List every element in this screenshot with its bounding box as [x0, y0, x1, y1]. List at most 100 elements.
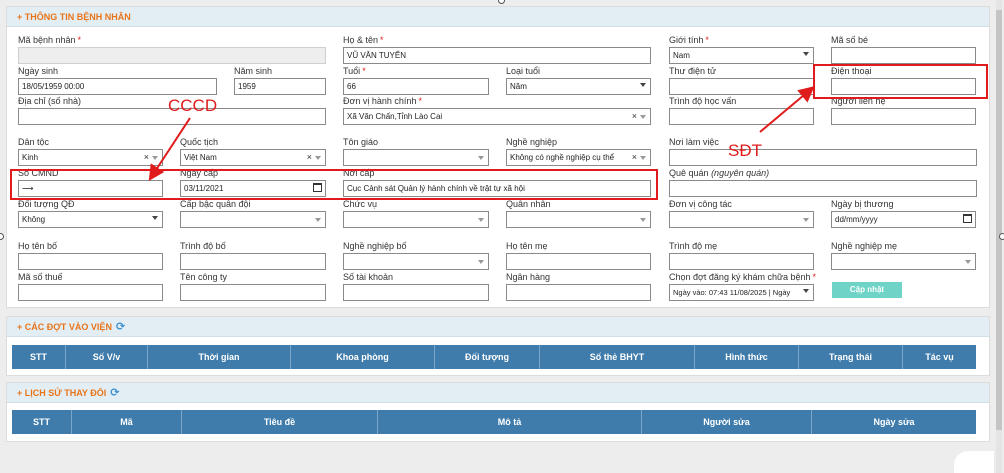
quoc-tich-select[interactable]: Việt Nam ×: [180, 149, 326, 166]
ngay-sinh-field: Ngày sinh 18/05/1959 00:00: [18, 66, 217, 96]
history-col-stt[interactable]: STT: [12, 410, 72, 434]
resize-handle-left[interactable]: [0, 233, 4, 240]
ngay-bi-thuong-input[interactable]: dd/mm/yyyy: [831, 211, 976, 228]
don-vi-hanh-chinh-field: Đơn vị hành chính * Xã Văn Chấn,Tỉnh Lào …: [343, 96, 651, 126]
ma-so-thue-input[interactable]: [18, 284, 163, 301]
chevron-down-icon: [640, 218, 646, 222]
chevron-down-icon: [965, 260, 971, 264]
gioi-tinh-field: Giới tính * Nam: [669, 35, 814, 65]
don-vi-cong-tac-field: Đơn vị công tác: [669, 199, 814, 229]
ma-so-be-input[interactable]: [831, 47, 976, 64]
clear-icon[interactable]: ×: [632, 109, 637, 124]
chevron-down-icon: [315, 218, 321, 222]
history-title[interactable]: + LỊCH SỬ THAY ĐỔI ⟳: [7, 383, 989, 403]
trinh-do-bo-input[interactable]: [180, 253, 326, 270]
clear-icon[interactable]: ×: [632, 150, 637, 165]
nghe-nghiep-label: Nghề nghiệp: [506, 137, 558, 147]
ngan-hang-input[interactable]: [506, 284, 651, 301]
nguoi-lien-he-input[interactable]: [831, 108, 976, 125]
thu-dien-tu-input[interactable]: [669, 78, 814, 95]
ngay-sinh-input[interactable]: 18/05/1959 00:00: [18, 78, 217, 95]
scrollbar-thumb[interactable]: [996, 10, 1002, 430]
chevron-down-icon: [640, 83, 646, 87]
que-quan-input[interactable]: [669, 180, 977, 197]
chevron-down-icon: [640, 156, 646, 160]
chuc-vu-select[interactable]: [343, 211, 489, 228]
don-vi-cong-tac-select[interactable]: [669, 211, 814, 228]
dia-chi-label: Địa chỉ (số nhà): [18, 96, 82, 106]
visits-col-trang-thai[interactable]: Trạng thái: [799, 345, 903, 369]
ton-giao-select[interactable]: [343, 149, 489, 166]
quan-nhan-select[interactable]: [506, 211, 651, 228]
visits-col-stt[interactable]: STT: [12, 345, 66, 369]
tuoi-input[interactable]: 66: [343, 78, 489, 95]
history-col-ma[interactable]: Mã: [72, 410, 182, 434]
visits-title[interactable]: + CÁC ĐỢT VÀO VIỆN ⟳: [7, 317, 989, 337]
chon-dot-label: Chọn đợt đăng ký khám chữa bệnh *: [669, 272, 817, 282]
ngay-bi-thuong-field: Ngày bị thương dd/mm/yyyy: [831, 199, 976, 229]
ngan-hang-label: Ngân hàng: [506, 272, 551, 282]
ma-so-be-field: Mã số bé: [831, 35, 976, 65]
ten-cong-ty-input[interactable]: [180, 284, 326, 301]
ngay-bi-thuong-label: Ngày bị thương: [831, 199, 894, 209]
patient-info-title[interactable]: + THÔNG TIN BỆNH NHÂN: [7, 7, 989, 27]
visits-col-so-the-bhyt[interactable]: Số thẻ BHYT: [540, 345, 695, 369]
cap-bac-select[interactable]: [180, 211, 326, 228]
visits-col-khoa-phong[interactable]: Khoa phòng: [291, 345, 435, 369]
dan-toc-select[interactable]: Kinh ×: [18, 149, 163, 166]
trinh-do-hoc-van-input[interactable]: [669, 108, 814, 125]
update-button[interactable]: Cập nhật: [832, 282, 902, 298]
ho-ten-bo-input[interactable]: [18, 253, 163, 270]
nam-sinh-input[interactable]: 1959: [234, 78, 326, 95]
ho-ten-input[interactable]: VŨ VĂN TUYỂN: [343, 47, 651, 64]
ho-ten-me-input[interactable]: [506, 253, 651, 270]
resize-handle-top[interactable]: [498, 0, 505, 4]
so-tai-khoan-label: Số tài khoản: [343, 272, 394, 282]
calendar-icon[interactable]: [963, 214, 972, 223]
doi-tuong-qd-select[interactable]: Không: [18, 211, 163, 228]
ma-benh-nhan-input: [18, 47, 326, 64]
cap-bac-label: Cấp bậc quân đội: [180, 199, 251, 209]
chevron-down-icon: [152, 216, 158, 220]
visits-col-hinh-thuc[interactable]: Hình thức: [695, 345, 799, 369]
thu-dien-tu-field: Thư điện tử: [669, 66, 814, 96]
chon-dot-field: Chọn đợt đăng ký khám chữa bệnh * Ngày và…: [669, 272, 817, 302]
visits-col-tac-vu[interactable]: Tác vụ: [903, 345, 976, 369]
trinh-do-hoc-van-field: Trình độ học vấn: [669, 96, 814, 126]
refresh-icon[interactable]: ⟳: [110, 387, 119, 399]
trinh-do-me-input[interactable]: [669, 253, 814, 270]
chevron-down-icon: [803, 218, 809, 222]
history-col-nguoi-sua[interactable]: Người sửa: [642, 410, 812, 434]
quoc-tich-label: Quốc tịch: [180, 137, 219, 147]
chevron-down-icon: [803, 52, 809, 56]
noi-lam-viec-input[interactable]: [669, 149, 977, 166]
ten-cong-ty-field: Tên công ty: [180, 272, 326, 302]
gioi-tinh-select[interactable]: Nam: [669, 47, 814, 64]
resize-handle-right[interactable]: [999, 233, 1004, 240]
chon-dot-select[interactable]: Ngày vào: 07:43 11/08/2025 | Ngày: [669, 284, 814, 301]
history-table-header: STT Mã Tiêu đề Mô tả Người sửa Ngày sửa: [12, 410, 976, 434]
ma-so-be-label: Mã số bé: [831, 35, 869, 45]
visits-col-so-vv[interactable]: Số V/v: [66, 345, 148, 369]
nghe-nghiep-bo-field: Nghề nghiệp bố: [343, 241, 489, 271]
nghe-nghiep-select[interactable]: Không có nghề nghiệp cụ thể ×: [506, 149, 651, 166]
refresh-icon[interactable]: ⟳: [116, 321, 125, 333]
cccd-annotation: CCCD: [168, 96, 218, 115]
nghe-nghiep-me-select[interactable]: [831, 253, 976, 270]
clear-icon[interactable]: ×: [144, 150, 149, 165]
history-col-tieu-de[interactable]: Tiêu đề: [182, 410, 378, 434]
nam-sinh-field: Năm sinh 1959: [234, 66, 326, 96]
tuoi-field: Tuổi * 66: [343, 66, 489, 96]
history-col-ngay-sua[interactable]: Ngày sửa: [812, 410, 976, 434]
loai-tuoi-select[interactable]: Năm: [506, 78, 651, 95]
visits-col-doi-tuong[interactable]: Đối tượng: [435, 345, 540, 369]
visits-table-header: STT Số V/v Thời gian Khoa phòng Đối tượn…: [12, 345, 976, 369]
ma-benh-nhan-field: Mã bệnh nhân *: [18, 35, 326, 65]
sdt-annotation: SĐT: [728, 141, 762, 160]
so-tai-khoan-input[interactable]: [343, 284, 489, 301]
don-vi-hanh-chinh-select[interactable]: Xã Văn Chấn,Tỉnh Lào Cai ×: [343, 108, 651, 125]
clear-icon[interactable]: ×: [307, 150, 312, 165]
visits-col-thoi-gian[interactable]: Thời gian: [148, 345, 291, 369]
nghe-nghiep-bo-select[interactable]: [343, 253, 489, 270]
history-col-mo-ta[interactable]: Mô tả: [378, 410, 642, 434]
